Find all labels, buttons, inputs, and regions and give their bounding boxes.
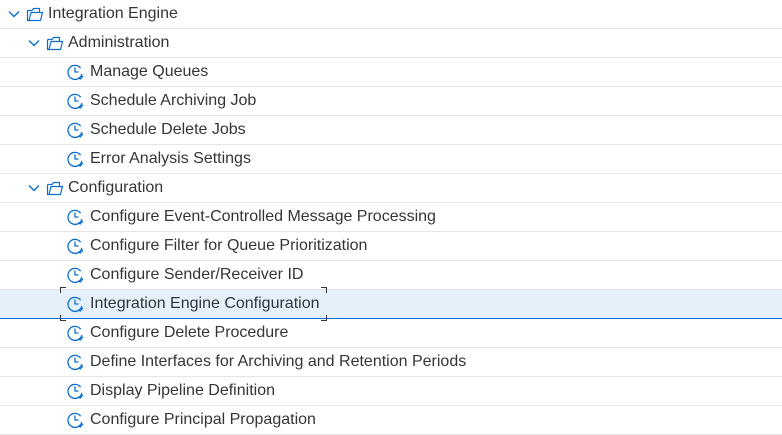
tree-item-label: Define Interfaces for Archiving and Rete…	[90, 353, 467, 370]
navigation-tree: Integration Engine Administration Manage…	[0, 0, 782, 435]
chevron-down-icon[interactable]	[6, 6, 22, 22]
clock-icon	[66, 208, 84, 226]
clock-icon	[66, 324, 84, 342]
tree-item-label: Configure Filter for Queue Prioritizatio…	[90, 237, 368, 254]
tree-node-configuration[interactable]: Configuration	[0, 174, 782, 203]
tree-item-label: Configure Event-Controlled Message Proce…	[90, 208, 436, 225]
focus-indicator: Integration Engine Configuration	[60, 287, 327, 321]
tree-node-label: Integration Engine	[48, 5, 178, 22]
tree-item-error-analysis-settings[interactable]: Error Analysis Settings	[0, 145, 782, 174]
folder-open-icon	[46, 179, 64, 197]
tree-item-label: Integration Engine Configuration	[90, 295, 320, 312]
tree-node-label: Configuration	[68, 179, 164, 196]
tree-item-label: Schedule Delete Jobs	[90, 121, 246, 138]
folder-open-icon	[26, 5, 44, 23]
tree-item-configure-sender-receiver-id[interactable]: Configure Sender/Receiver ID	[0, 261, 782, 290]
clock-icon	[66, 382, 84, 400]
clock-icon	[66, 295, 84, 313]
tree-item-configure-delete-procedure[interactable]: Configure Delete Procedure	[0, 319, 782, 348]
tree-item-display-pipeline-definition[interactable]: Display Pipeline Definition	[0, 377, 782, 406]
tree-item-label: Manage Queues	[90, 63, 209, 80]
clock-icon	[66, 353, 84, 371]
clock-icon	[66, 121, 84, 139]
clock-icon	[66, 63, 84, 81]
chevron-down-icon[interactable]	[26, 35, 42, 51]
tree-item-configure-event-controlled-message-processing[interactable]: Configure Event-Controlled Message Proce…	[0, 203, 782, 232]
tree-item-integration-engine-configuration[interactable]: Integration Engine Configuration	[0, 287, 782, 321]
tree-item-label: Configure Delete Procedure	[90, 324, 289, 341]
tree-item-label: Configure Principal Propagation	[90, 411, 316, 428]
tree-item-label: Configure Sender/Receiver ID	[90, 266, 304, 283]
tree-item-label: Display Pipeline Definition	[90, 382, 275, 399]
tree-node-administration[interactable]: Administration	[0, 29, 782, 58]
clock-icon	[66, 237, 84, 255]
tree-node-integration-engine[interactable]: Integration Engine	[0, 0, 782, 29]
tree-item-define-interfaces-archiving-retention[interactable]: Define Interfaces for Archiving and Rete…	[0, 348, 782, 377]
tree-item-schedule-delete-jobs[interactable]: Schedule Delete Jobs	[0, 116, 782, 145]
tree-item-label: Schedule Archiving Job	[90, 92, 257, 109]
tree-item-manage-queues[interactable]: Manage Queues	[0, 58, 782, 87]
clock-icon	[66, 92, 84, 110]
tree-node-label: Administration	[68, 34, 170, 51]
clock-icon	[66, 266, 84, 284]
tree-item-label: Error Analysis Settings	[90, 150, 251, 167]
folder-open-icon	[46, 34, 64, 52]
clock-icon	[66, 411, 84, 429]
chevron-down-icon[interactable]	[26, 180, 42, 196]
clock-icon	[66, 150, 84, 168]
tree-item-configure-filter-queue-prioritization[interactable]: Configure Filter for Queue Prioritizatio…	[0, 232, 782, 261]
tree-item-schedule-archiving-job[interactable]: Schedule Archiving Job	[0, 87, 782, 116]
